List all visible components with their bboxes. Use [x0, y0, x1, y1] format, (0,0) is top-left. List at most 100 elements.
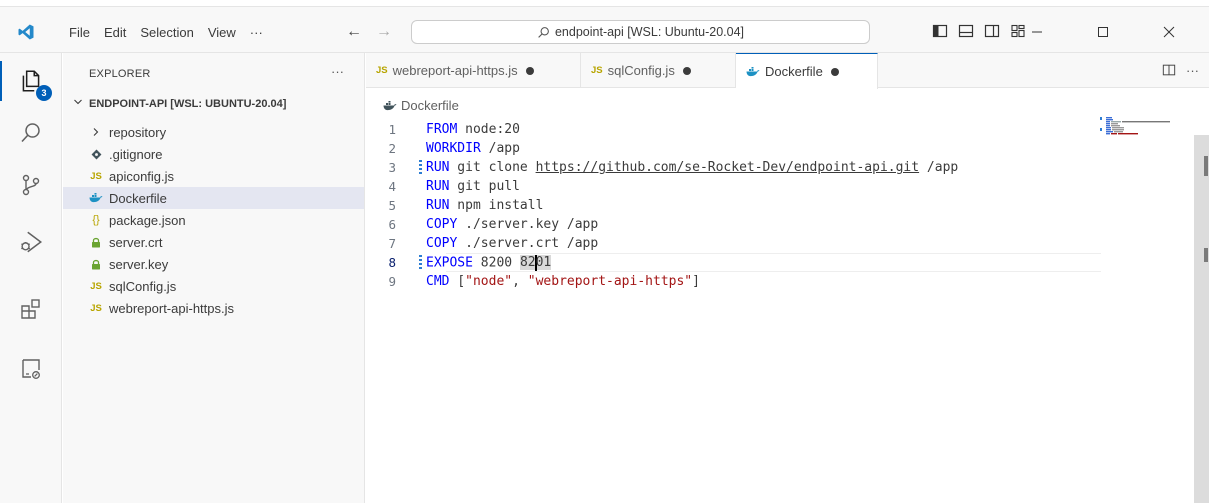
tab-label: webreport-api-https.js [392, 63, 518, 78]
code-line: 3 RUN git clone https://github.com/se-Ro… [366, 158, 1209, 177]
breadcrumb: Dockerfile [383, 98, 459, 113]
scrollbar-change-marker [1204, 156, 1208, 176]
tree-item-label: server.key [109, 256, 169, 272]
docker-icon [746, 66, 760, 77]
code-rest: ./server.crt /app [457, 236, 599, 251]
code-rest: /app [480, 141, 520, 156]
tree-item-repository[interactable]: repository [63, 121, 364, 143]
toggle-panel-icon[interactable] [958, 23, 974, 39]
line-number: 1 [388, 122, 396, 137]
line-number: 9 [388, 274, 396, 289]
maximize-button[interactable] [1070, 20, 1136, 44]
line-number: 2 [388, 141, 396, 156]
tree-item-server-crt[interactable]: server.crt [63, 231, 364, 253]
tab-dockerfile[interactable]: Dockerfile [736, 53, 878, 89]
menu-file[interactable]: File [62, 24, 97, 42]
modified-dot-icon[interactable] [682, 66, 691, 75]
toggle-primary-sidebar-icon[interactable] [932, 23, 948, 39]
line-number: 8 [388, 255, 396, 270]
breadcrumb-file[interactable]: Dockerfile [401, 98, 459, 113]
code-rest: git clone [449, 160, 536, 175]
tab-webreport-api-https[interactable]: JS webreport-api-https.js [366, 53, 581, 88]
keyword: RUN [426, 198, 450, 213]
minimize-icon [1032, 31, 1042, 33]
close-button[interactable] [1136, 20, 1202, 44]
git-icon [89, 149, 103, 160]
chevron-down-icon [73, 97, 87, 110]
code-text: FROM node:20 [416, 122, 520, 137]
tree-item-package-json[interactable]: {} package.json [63, 209, 364, 231]
extensions-icon [21, 299, 40, 319]
minimize-button[interactable] [1004, 20, 1070, 44]
vscode-logo-icon [18, 24, 34, 40]
tree-item-label: sqlConfig.js [109, 278, 177, 294]
toggle-secondary-sidebar-icon[interactable] [984, 23, 1000, 39]
split-editor-icon[interactable] [1162, 63, 1176, 77]
code-mid: , [512, 274, 528, 289]
activity-search[interactable] [0, 109, 62, 157]
code-rest: [ [449, 274, 466, 289]
activity-bar: 3 [0, 53, 62, 503]
code-url-link[interactable]: https://github.com/se-Rocket-Dev/endpoin… [536, 160, 920, 175]
menu-view[interactable]: View [201, 24, 243, 42]
modified-dot-icon[interactable] [830, 67, 839, 76]
modified-gutter-indicator[interactable] [419, 160, 422, 175]
tree-item-sqlconfig[interactable]: JS sqlConfig.js [63, 275, 364, 297]
tree-item-webreport[interactable]: JS webreport-api-https.js [63, 297, 364, 319]
line-number: 3 [388, 160, 396, 175]
code-rest: node:20 [457, 122, 520, 137]
activity-explorer[interactable]: 3 [0, 57, 62, 105]
modified-gutter-indicator[interactable] [419, 255, 422, 270]
tree-item-label: webreport-api-https.js [109, 300, 234, 316]
source-control-icon [22, 174, 40, 196]
activity-run-debug[interactable] [0, 218, 62, 266]
back-arrow-icon[interactable]: ← [344, 22, 364, 42]
tab-actions: ··· [1162, 63, 1199, 78]
line-number: 5 [388, 198, 396, 213]
remote-explorer-icon [22, 359, 40, 379]
modified-dot-icon[interactable] [525, 66, 534, 75]
menu-selection[interactable]: Selection [133, 24, 200, 42]
forward-arrow-icon[interactable]: → [374, 22, 394, 42]
tree-item-apiconfig[interactable]: JS apiconfig.js [63, 165, 364, 187]
command-center[interactable]: endpoint-api [WSL: Ubuntu-20.04] [411, 20, 870, 44]
code-text: WORKDIR /app [416, 141, 520, 156]
menu-more[interactable]: ··· [243, 24, 270, 42]
menu-edit[interactable]: Edit [97, 24, 133, 42]
tree-item-server-key[interactable]: server.key [63, 253, 364, 275]
line-number: 4 [388, 179, 396, 194]
activity-remote-explorer[interactable] [0, 345, 62, 393]
activity-extensions[interactable] [0, 285, 62, 333]
tab-label: Dockerfile [765, 64, 823, 79]
minimap[interactable] [1100, 115, 1192, 155]
editor-more-button[interactable]: ··· [1186, 63, 1199, 78]
scrollbar-thumb[interactable] [1194, 135, 1209, 503]
explorer-more-button[interactable]: ··· [331, 64, 344, 79]
tree-item-gitignore[interactable]: .gitignore [63, 143, 364, 165]
code-text: CMD ["node", "webreport-api-https"] [416, 274, 700, 289]
keyword: WORKDIR [426, 141, 481, 156]
tree-item-dockerfile[interactable]: Dockerfile [63, 187, 364, 209]
code-tail: ] [692, 274, 700, 289]
tab-label: sqlConfig.js [607, 63, 675, 78]
code-text: RUN npm install [416, 198, 543, 213]
tab-sqlconfig[interactable]: JS sqlConfig.js [581, 53, 736, 88]
code-line-current: 8 EXPOSE 8200 8201 [366, 253, 1209, 272]
search-icon [21, 123, 40, 143]
file-tree: repository .gitignore JS apiconfig.js Do… [63, 121, 364, 319]
lock-icon [89, 237, 103, 248]
explorer-badge: 3 [36, 85, 52, 101]
menu-bar: File Edit Selection View ··· [62, 24, 270, 42]
code-line: 9 CMD ["node", "webreport-api-https"] [366, 272, 1209, 291]
string-literal: "node" [465, 274, 513, 289]
workspace-root[interactable]: ENDPOINT-API [WSL: UBUNTU-20.04] [73, 97, 286, 110]
tree-item-label: package.json [109, 212, 186, 228]
code-editor[interactable]: 1 FROM node:20 2 WORKDIR /app 3 RUN git … [366, 120, 1209, 291]
string-literal: "webreport-api-https" [527, 274, 693, 289]
code-line: 4 RUN git pull [366, 177, 1209, 196]
tree-item-label: server.crt [109, 234, 163, 250]
code-text: COPY ./server.crt /app [416, 236, 598, 251]
activity-source-control[interactable] [0, 161, 62, 209]
vertical-scrollbar[interactable] [1194, 135, 1209, 503]
current-line-highlight [446, 253, 1101, 272]
